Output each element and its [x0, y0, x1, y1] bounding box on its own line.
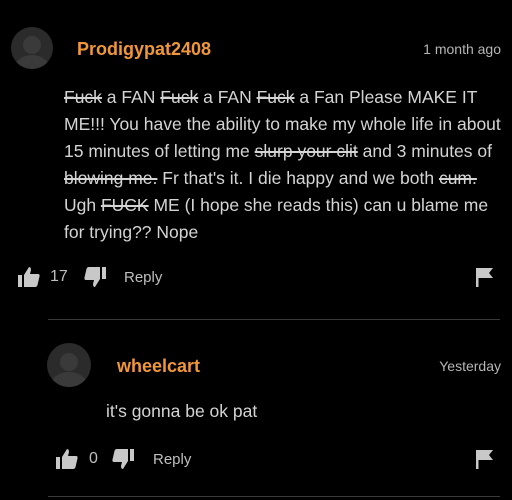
reply-button[interactable]: Reply: [124, 265, 162, 289]
divider: [48, 319, 500, 320]
comment-text: Ugh: [64, 195, 101, 215]
strikethrough-text: cum.: [438, 168, 477, 188]
strikethrough-text: Fuck: [64, 87, 102, 107]
comment-actions: 0 Reply: [56, 447, 498, 471]
thumbs-up-icon[interactable]: [18, 265, 40, 289]
flag-icon[interactable]: [476, 447, 494, 471]
strikethrough-text: Fuck: [256, 87, 295, 107]
thumbs-down-icon[interactable]: [112, 447, 134, 471]
comment-text: it's gonna be ok pat: [106, 401, 258, 421]
comment-username[interactable]: Prodigypat2408: [77, 39, 211, 60]
strikethrough-text: FUCK: [100, 195, 149, 215]
flag-icon[interactable]: [476, 265, 494, 289]
comment-text: a FAN: [198, 87, 257, 107]
comment-text: Fr that's it. I die happy and we both: [157, 168, 439, 188]
avatar[interactable]: [11, 27, 53, 69]
comment-timestamp: Yesterday: [439, 358, 501, 374]
upvote-count: 0: [89, 450, 98, 467]
comment-timestamp: 1 month ago: [423, 41, 501, 57]
comment-actions: 17 Reply: [18, 265, 498, 289]
strikethrough-text: slurp your clit: [254, 141, 358, 161]
comment-username[interactable]: wheelcart: [117, 356, 200, 377]
strikethrough-text: Fuck: [160, 87, 199, 107]
divider: [48, 496, 500, 497]
thumbs-up-icon[interactable]: [56, 447, 78, 471]
comment-body: it's gonna be ok pat: [106, 398, 496, 425]
comment-text: a FAN: [101, 87, 161, 107]
strikethrough-text: blowing me.: [64, 168, 158, 188]
comment-body: Fuck a FAN Fuck a FAN Fuck a Fan Please …: [64, 84, 504, 246]
comment-text: and 3 minutes of: [357, 141, 492, 161]
upvote-count: 17: [50, 268, 68, 285]
reply-button[interactable]: Reply: [153, 447, 191, 471]
avatar[interactable]: [47, 343, 91, 387]
thumbs-down-icon[interactable]: [84, 265, 106, 289]
